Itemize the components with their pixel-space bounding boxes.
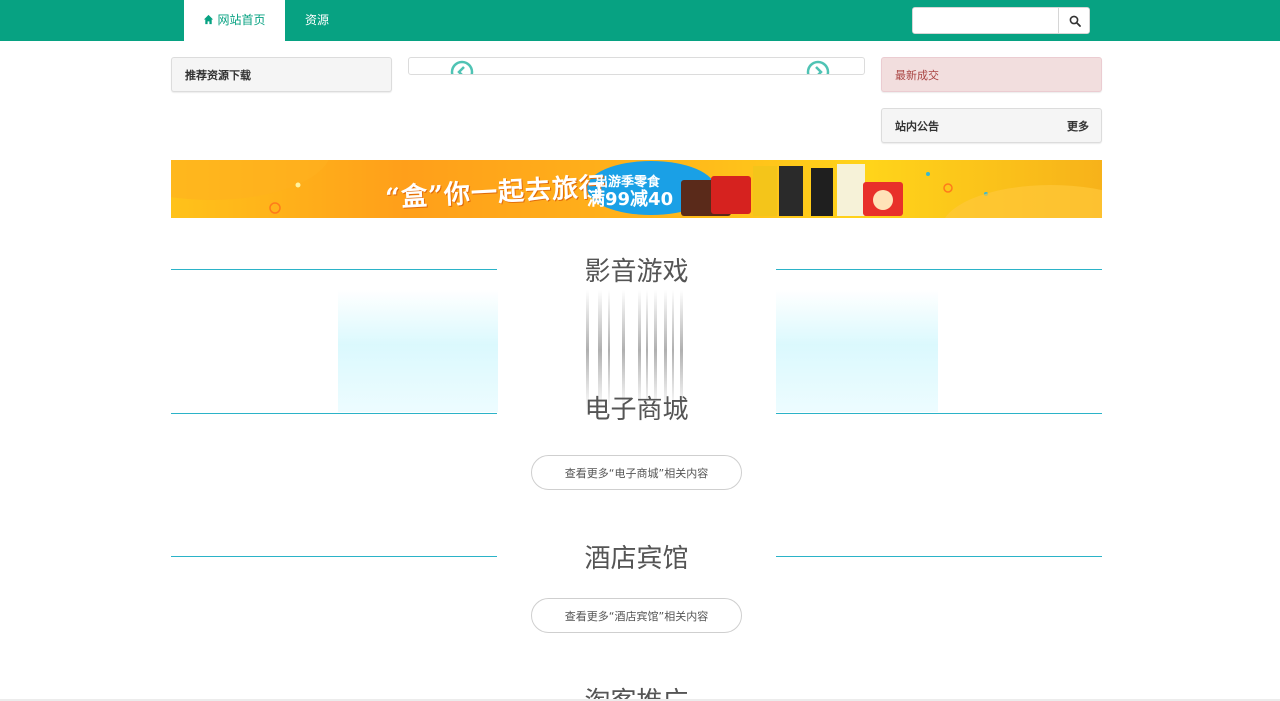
section-title-hotels: 酒店宾馆 bbox=[584, 544, 689, 574]
search-icon bbox=[1069, 15, 1081, 27]
latest-deals-panel: 最新成交 bbox=[881, 57, 1102, 92]
latest-deals-title: 最新成交 bbox=[895, 68, 939, 82]
search-box bbox=[912, 7, 1090, 34]
section-divider bbox=[776, 269, 1102, 270]
section-divider bbox=[171, 269, 497, 270]
section-title-taoke: 淘客推广 bbox=[497, 681, 776, 701]
nav-resources-link[interactable]: 资源 bbox=[305, 0, 329, 41]
recommended-downloads-panel: 推荐资源下载 bbox=[171, 57, 392, 92]
section-title-games: 影音游戏 bbox=[584, 257, 689, 287]
search-button[interactable] bbox=[1058, 8, 1089, 33]
section-title-mall: 电子商城 bbox=[497, 395, 776, 421]
notice-more-link[interactable]: 更多 bbox=[1067, 109, 1089, 142]
top-navbar: 网站首页 资源 bbox=[0, 0, 1280, 41]
section-glow bbox=[776, 290, 938, 412]
notice-panel: 站内公告 更多 bbox=[881, 108, 1102, 143]
section-title-mall-text: 电子商城 bbox=[584, 395, 689, 421]
section-divider bbox=[171, 556, 497, 557]
recommended-downloads-title: 推荐资源下载 bbox=[185, 68, 251, 82]
ad-banner[interactable]: “盒”你一起去旅行 出游季零食 满99减40 bbox=[171, 160, 1102, 218]
nav-home-label: 网站首页 bbox=[217, 13, 266, 27]
more-hotels-button[interactable]: 查看更多“酒店宾馆”相关内容 bbox=[531, 598, 742, 633]
carousel-prev-icon[interactable] bbox=[450, 60, 474, 75]
loading-stripes bbox=[586, 290, 683, 410]
section-divider bbox=[776, 556, 1102, 557]
carousel-next-icon[interactable] bbox=[806, 60, 830, 75]
more-mall-button[interactable]: 查看更多“电子商城”相关内容 bbox=[531, 455, 742, 490]
section-divider bbox=[776, 413, 1102, 414]
nav-home-link[interactable]: 网站首页 bbox=[184, 0, 285, 41]
search-input[interactable] bbox=[913, 8, 1058, 33]
section-divider bbox=[171, 413, 497, 414]
section-glow bbox=[338, 290, 498, 412]
carousel bbox=[408, 57, 865, 75]
notice-title: 站内公告 bbox=[895, 119, 939, 133]
home-icon bbox=[204, 14, 214, 25]
banner-promo-line2: 满99减40 bbox=[587, 189, 674, 210]
